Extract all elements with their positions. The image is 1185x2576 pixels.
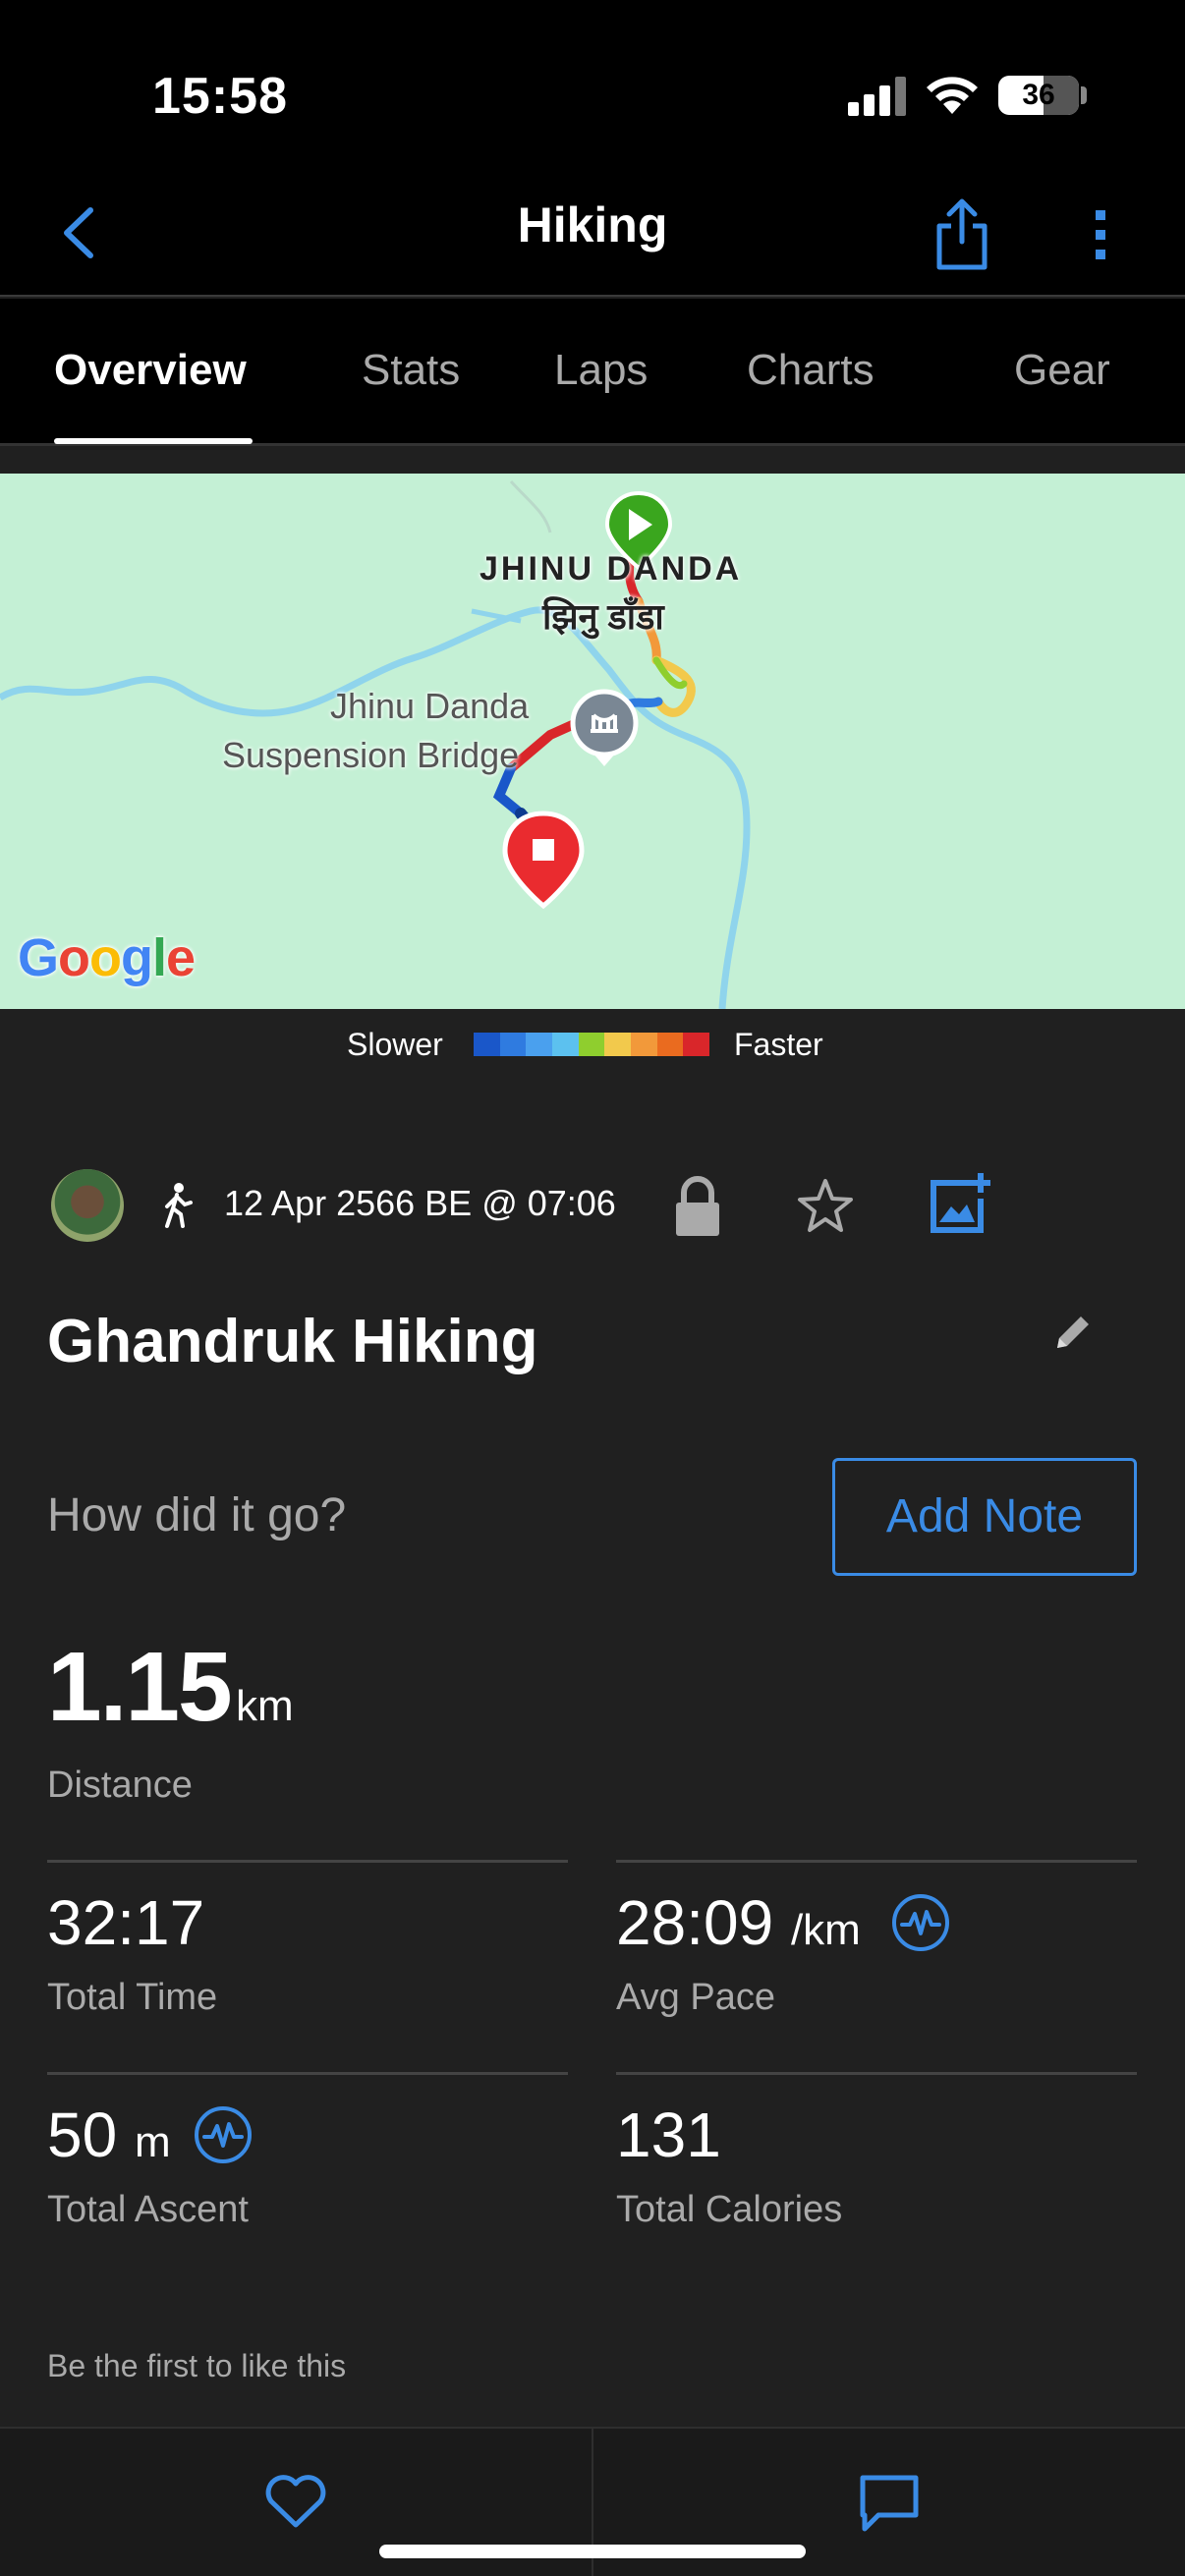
town-label-nepali: झिनु डाँडा (542, 596, 664, 637)
pace-color-step (578, 1033, 605, 1056)
total-time-value: 32:17 (47, 1887, 205, 1958)
home-indicator (379, 2545, 806, 2558)
pace-color-step (552, 1033, 579, 1056)
pace-insight-icon[interactable] (890, 1892, 951, 1953)
like-heart-icon[interactable] (263, 2472, 328, 2531)
distance-unit: km (236, 1682, 294, 1730)
pace-color-step (656, 1033, 684, 1056)
divider (616, 1860, 1137, 1863)
battery-icon: 36 (998, 76, 1079, 115)
tab-bar: Overview Stats Laps Charts Gear (0, 299, 1185, 446)
cellular-signal-icon (848, 75, 907, 116)
pace-color-scale (474, 1033, 710, 1056)
battery-nub (1081, 86, 1087, 104)
active-tab-indicator (54, 438, 253, 444)
town-label: JHINU DANDA (480, 550, 743, 588)
pace-color-step (683, 1033, 710, 1056)
note-prompt: How did it go? (47, 1489, 347, 1541)
pace-color-step (499, 1033, 527, 1056)
poi-label-line1: Jhinu Danda (330, 686, 530, 726)
avg-pace-value: 28:09 (616, 1887, 774, 1958)
tab-gear[interactable]: Gear (1014, 346, 1110, 395)
activity-date: 12 Apr 2566 BE @ 07:06 (224, 1183, 616, 1223)
avatar[interactable] (51, 1169, 124, 1242)
activity-detail-screen: 15:58 36 Hiking Overview Stats Laps Char… (0, 0, 1185, 2576)
avg-pace-unit: /km (790, 1906, 861, 1954)
more-options-icon[interactable] (1081, 200, 1120, 269)
distance-label: Distance (47, 1764, 193, 1806)
tab-laps[interactable]: Laps (554, 346, 648, 395)
activity-title: Ghandruk Hiking (47, 1308, 538, 1375)
hiking-icon (165, 1183, 193, 1228)
bridge-poi-pin[interactable] (570, 689, 639, 766)
edit-pencil-icon[interactable] (1051, 1311, 1095, 1354)
tab-overview[interactable]: Overview (54, 346, 247, 395)
legend-slower-label: Slower (347, 1027, 443, 1062)
avg-pace-stat: 28:09 /km (616, 1886, 861, 1959)
divider (616, 2072, 1137, 2075)
finish-pin[interactable] (502, 811, 585, 910)
share-icon[interactable] (928, 195, 996, 273)
pace-color-step (474, 1033, 500, 1056)
divider (47, 2072, 568, 2075)
total-ascent-unit: m (134, 2118, 171, 2166)
total-calories-value: 131 (616, 2100, 721, 2170)
tab-charts[interactable]: Charts (747, 346, 875, 395)
distance-value: 1.15 (47, 1632, 233, 1742)
status-time: 15:58 (152, 68, 288, 125)
lock-icon[interactable] (670, 1175, 725, 1238)
total-ascent-value: 50 (47, 2100, 118, 2170)
tab-stats[interactable]: Stats (362, 346, 460, 395)
ascent-insight-icon[interactable] (193, 2104, 254, 2165)
comment-icon[interactable] (857, 2472, 922, 2535)
status-bar: 15:58 36 (0, 0, 1185, 177)
pace-color-step (631, 1033, 657, 1056)
divider (47, 1860, 568, 1863)
total-time-label: Total Time (47, 1977, 218, 2018)
total-ascent-stat: 50 m (47, 2099, 171, 2171)
bottom-action-bar (0, 2427, 1185, 2576)
poi-label-line2: Suspension Bridge (222, 735, 520, 775)
wifi-icon (927, 77, 978, 114)
activity-meta-row: 12 Apr 2566 BE @ 07:06 (0, 1159, 1185, 1248)
add-note-button[interactable]: Add Note (832, 1458, 1137, 1576)
pace-color-step (526, 1033, 553, 1056)
battery-level: 36 (1022, 79, 1055, 111)
route-map[interactable]: JHINU DANDA झिनु डाँडा Jhinu Danda Suspe… (0, 474, 1185, 1009)
add-photo-icon[interactable] (926, 1169, 994, 1238)
pace-legend: Slower Faster (0, 1009, 1185, 1078)
total-ascent-label: Total Ascent (47, 2189, 249, 2230)
navigation-bar: Hiking (0, 177, 1185, 297)
star-icon[interactable] (794, 1175, 857, 1238)
like-status-text: Be the first to like this (47, 2348, 347, 2383)
google-logo: Google (18, 928, 196, 987)
avg-pace-label: Avg Pace (616, 1977, 775, 2018)
page-title: Hiking (517, 197, 668, 252)
legend-faster-label: Faster (734, 1027, 823, 1062)
pace-color-step (604, 1033, 632, 1056)
total-calories-label: Total Calories (616, 2189, 843, 2230)
